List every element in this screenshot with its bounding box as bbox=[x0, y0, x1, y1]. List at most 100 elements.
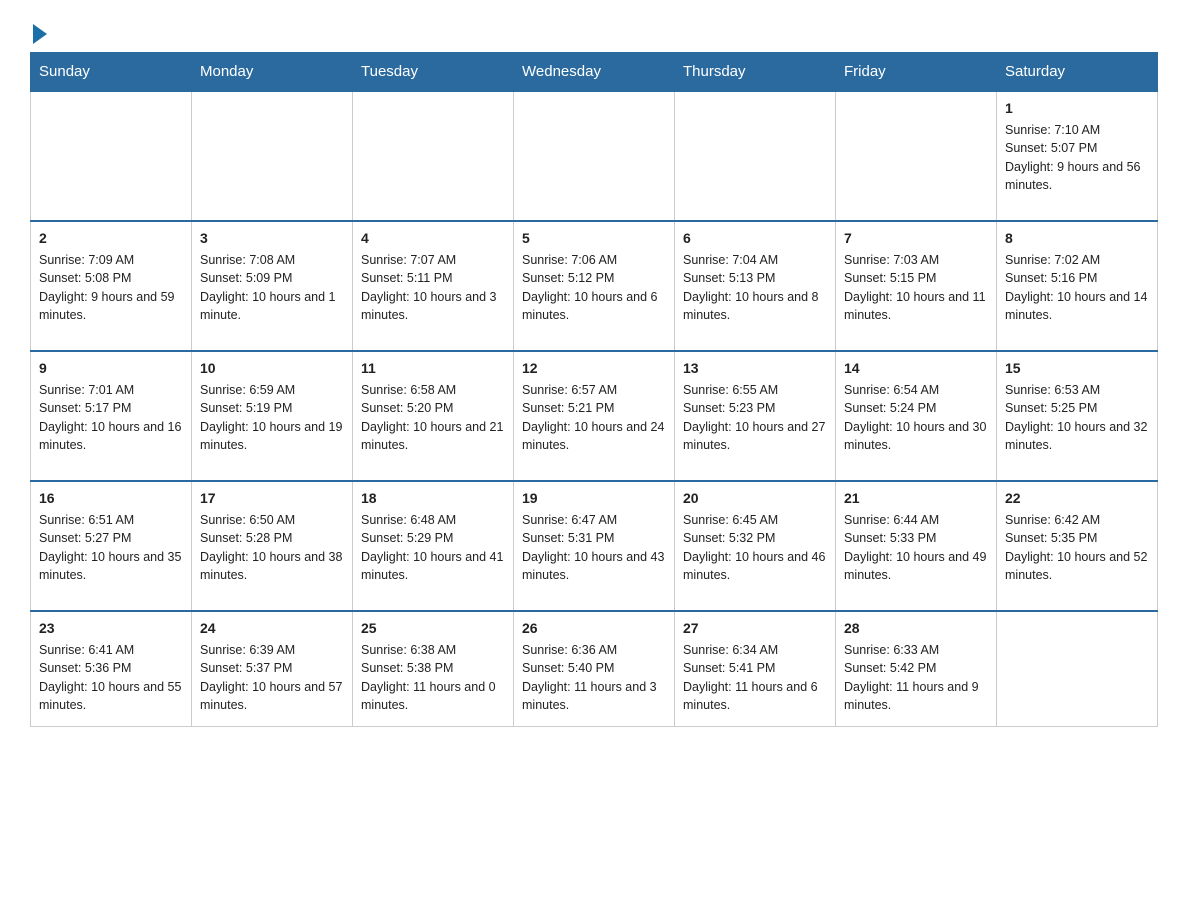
calendar-day-cell: 9 Sunrise: 7:01 AMSunset: 5:17 PMDaylight… bbox=[31, 351, 192, 481]
calendar-day-cell: 1 Sunrise: 7:10 AMSunset: 5:07 PMDaylight… bbox=[997, 91, 1158, 221]
day-info: Sunrise: 6:34 AMSunset: 5:41 PMDaylight:… bbox=[683, 641, 827, 714]
day-number: 13 bbox=[683, 358, 827, 378]
calendar-day-cell: 25Sunrise: 6:38 AMSunset: 5:38 PMDayligh… bbox=[353, 611, 514, 726]
calendar-day-cell: 21 Sunrise: 6:44 AMSunset: 5:33 PMDayligh… bbox=[836, 481, 997, 611]
day-info: Sunrise: 7:02 AMSunset: 5:16 PMDaylight:… bbox=[1005, 251, 1149, 324]
day-info: Sunrise: 6:50 AMSunset: 5:28 PMDaylight:… bbox=[200, 511, 344, 584]
day-info: Sunrise: 7:03 AMSunset: 5:15 PMDaylight:… bbox=[844, 251, 988, 324]
calendar-day-cell: 24 Sunrise: 6:39 AMSunset: 5:37 PMDayligh… bbox=[192, 611, 353, 726]
day-number: 1 bbox=[1005, 98, 1149, 118]
day-info: Sunrise: 6:36 AMSunset: 5:40 PMDaylight:… bbox=[522, 641, 666, 714]
day-info: Sunrise: 6:59 AMSunset: 5:19 PMDaylight:… bbox=[200, 381, 344, 454]
calendar-day-cell bbox=[192, 91, 353, 221]
calendar-day-cell: 15 Sunrise: 6:53 AMSunset: 5:25 PMDayligh… bbox=[997, 351, 1158, 481]
calendar-day-cell: 5 Sunrise: 7:06 AMSunset: 5:12 PMDaylight… bbox=[514, 221, 675, 351]
day-info: Sunrise: 6:33 AMSunset: 5:42 PMDaylight:… bbox=[844, 641, 988, 714]
day-number: 3 bbox=[200, 228, 344, 248]
calendar-day-cell: 20 Sunrise: 6:45 AMSunset: 5:32 PMDayligh… bbox=[675, 481, 836, 611]
day-info: Sunrise: 6:39 AMSunset: 5:37 PMDaylight:… bbox=[200, 641, 344, 714]
day-number: 7 bbox=[844, 228, 988, 248]
day-number: 5 bbox=[522, 228, 666, 248]
day-info: Sunrise: 6:55 AMSunset: 5:23 PMDaylight:… bbox=[683, 381, 827, 454]
day-of-week-header: Friday bbox=[836, 53, 997, 92]
day-number: 19 bbox=[522, 488, 666, 508]
calendar-day-cell: 23 Sunrise: 6:41 AMSunset: 5:36 PMDayligh… bbox=[31, 611, 192, 726]
calendar-day-cell: 3 Sunrise: 7:08 AMSunset: 5:09 PMDaylight… bbox=[192, 221, 353, 351]
day-of-week-header: Sunday bbox=[31, 53, 192, 92]
day-number: 18 bbox=[361, 488, 505, 508]
day-info: Sunrise: 6:54 AMSunset: 5:24 PMDaylight:… bbox=[844, 381, 988, 454]
day-info: Sunrise: 7:06 AMSunset: 5:12 PMDaylight:… bbox=[522, 251, 666, 324]
calendar-day-cell bbox=[514, 91, 675, 221]
logo-arrow-icon bbox=[33, 24, 47, 44]
calendar-day-cell: 16 Sunrise: 6:51 AMSunset: 5:27 PMDayligh… bbox=[31, 481, 192, 611]
logo bbox=[30, 20, 47, 42]
calendar-day-cell: 12 Sunrise: 6:57 AMSunset: 5:21 PMDayligh… bbox=[514, 351, 675, 481]
calendar-day-cell: 2 Sunrise: 7:09 AMSunset: 5:08 PMDaylight… bbox=[31, 221, 192, 351]
day-number: 25 bbox=[361, 618, 505, 638]
day-info: Sunrise: 6:58 AMSunset: 5:20 PMDaylight:… bbox=[361, 381, 505, 454]
day-info: Sunrise: 6:48 AMSunset: 5:29 PMDaylight:… bbox=[361, 511, 505, 584]
day-info: Sunrise: 6:47 AMSunset: 5:31 PMDaylight:… bbox=[522, 511, 666, 584]
day-info: Sunrise: 6:51 AMSunset: 5:27 PMDaylight:… bbox=[39, 511, 183, 584]
day-number: 17 bbox=[200, 488, 344, 508]
calendar-day-cell bbox=[836, 91, 997, 221]
day-of-week-header: Saturday bbox=[997, 53, 1158, 92]
calendar-day-cell bbox=[353, 91, 514, 221]
day-info: Sunrise: 6:53 AMSunset: 5:25 PMDaylight:… bbox=[1005, 381, 1149, 454]
day-of-week-header: Thursday bbox=[675, 53, 836, 92]
day-number: 6 bbox=[683, 228, 827, 248]
day-info: Sunrise: 7:04 AMSunset: 5:13 PMDaylight:… bbox=[683, 251, 827, 324]
calendar-day-cell: 10 Sunrise: 6:59 AMSunset: 5:19 PMDayligh… bbox=[192, 351, 353, 481]
day-info: Sunrise: 6:42 AMSunset: 5:35 PMDaylight:… bbox=[1005, 511, 1149, 584]
calendar-table: SundayMondayTuesdayWednesdayThursdayFrid… bbox=[30, 52, 1158, 727]
day-number: 20 bbox=[683, 488, 827, 508]
calendar-week-row: 16 Sunrise: 6:51 AMSunset: 5:27 PMDayligh… bbox=[31, 481, 1158, 611]
calendar-week-row: 9 Sunrise: 7:01 AMSunset: 5:17 PMDaylight… bbox=[31, 351, 1158, 481]
day-info: Sunrise: 6:57 AMSunset: 5:21 PMDaylight:… bbox=[522, 381, 666, 454]
day-info: Sunrise: 6:41 AMSunset: 5:36 PMDaylight:… bbox=[39, 641, 183, 714]
calendar-day-cell: 13 Sunrise: 6:55 AMSunset: 5:23 PMDayligh… bbox=[675, 351, 836, 481]
day-info: Sunrise: 7:08 AMSunset: 5:09 PMDaylight:… bbox=[200, 251, 344, 324]
day-number: 15 bbox=[1005, 358, 1149, 378]
day-info: Sunrise: 7:10 AMSunset: 5:07 PMDaylight:… bbox=[1005, 121, 1149, 194]
day-number: 21 bbox=[844, 488, 988, 508]
calendar-day-cell: 26 Sunrise: 6:36 AMSunset: 5:40 PMDayligh… bbox=[514, 611, 675, 726]
day-number: 27 bbox=[683, 618, 827, 638]
day-number: 12 bbox=[522, 358, 666, 378]
page-header bbox=[30, 20, 1158, 42]
day-number: 22 bbox=[1005, 488, 1149, 508]
calendar-day-cell bbox=[31, 91, 192, 221]
calendar-week-row: 2 Sunrise: 7:09 AMSunset: 5:08 PMDaylight… bbox=[31, 221, 1158, 351]
calendar-day-cell: 4 Sunrise: 7:07 AMSunset: 5:11 PMDaylight… bbox=[353, 221, 514, 351]
day-info: Sunrise: 7:07 AMSunset: 5:11 PMDaylight:… bbox=[361, 251, 505, 324]
day-info: Sunrise: 7:09 AMSunset: 5:08 PMDaylight:… bbox=[39, 251, 183, 324]
calendar-day-cell: 18 Sunrise: 6:48 AMSunset: 5:29 PMDayligh… bbox=[353, 481, 514, 611]
day-number: 2 bbox=[39, 228, 183, 248]
calendar-day-cell bbox=[675, 91, 836, 221]
day-number: 9 bbox=[39, 358, 183, 378]
calendar-day-cell: 17 Sunrise: 6:50 AMSunset: 5:28 PMDayligh… bbox=[192, 481, 353, 611]
day-info: Sunrise: 6:45 AMSunset: 5:32 PMDaylight:… bbox=[683, 511, 827, 584]
calendar-day-cell: 27 Sunrise: 6:34 AMSunset: 5:41 PMDayligh… bbox=[675, 611, 836, 726]
day-number: 10 bbox=[200, 358, 344, 378]
day-number: 24 bbox=[200, 618, 344, 638]
day-of-week-header: Monday bbox=[192, 53, 353, 92]
day-number: 26 bbox=[522, 618, 666, 638]
calendar-day-cell: 6 Sunrise: 7:04 AMSunset: 5:13 PMDaylight… bbox=[675, 221, 836, 351]
day-number: 14 bbox=[844, 358, 988, 378]
day-number: 4 bbox=[361, 228, 505, 248]
day-info: Sunrise: 7:01 AMSunset: 5:17 PMDaylight:… bbox=[39, 381, 183, 454]
calendar-day-cell: 8 Sunrise: 7:02 AMSunset: 5:16 PMDaylight… bbox=[997, 221, 1158, 351]
calendar-week-row: 1 Sunrise: 7:10 AMSunset: 5:07 PMDaylight… bbox=[31, 91, 1158, 221]
calendar-day-cell: 22 Sunrise: 6:42 AMSunset: 5:35 PMDayligh… bbox=[997, 481, 1158, 611]
day-number: 16 bbox=[39, 488, 183, 508]
day-number: 11 bbox=[361, 358, 505, 378]
day-number: 8 bbox=[1005, 228, 1149, 248]
calendar-week-row: 23 Sunrise: 6:41 AMSunset: 5:36 PMDayligh… bbox=[31, 611, 1158, 726]
calendar-day-cell: 11 Sunrise: 6:58 AMSunset: 5:20 PMDayligh… bbox=[353, 351, 514, 481]
day-info: Sunrise: 6:44 AMSunset: 5:33 PMDaylight:… bbox=[844, 511, 988, 584]
calendar-header-row: SundayMondayTuesdayWednesdayThursdayFrid… bbox=[31, 53, 1158, 92]
calendar-day-cell: 14 Sunrise: 6:54 AMSunset: 5:24 PMDayligh… bbox=[836, 351, 997, 481]
day-number: 23 bbox=[39, 618, 183, 638]
